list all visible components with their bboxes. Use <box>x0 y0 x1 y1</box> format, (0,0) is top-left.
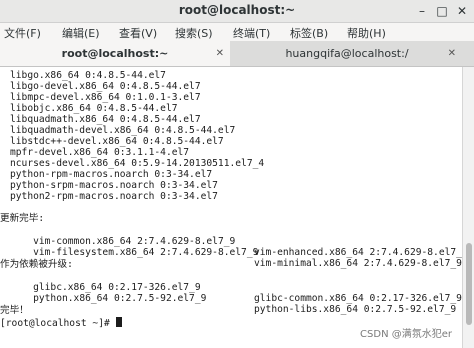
tab-label: huangqifa@localhost:/ <box>285 47 409 60</box>
tab-bar: root@localhost:~ ✕ huangqifa@localhost:/… <box>0 41 474 67</box>
package-line: libobjc.x86_64 0:4.8.5-44.el7 <box>10 103 178 114</box>
tab-label: root@localhost:~ <box>61 47 169 60</box>
tab-root[interactable]: root@localhost:~ ✕ <box>0 41 230 66</box>
minimize-icon[interactable]: – <box>414 3 430 19</box>
menu-search[interactable]: 搜索(S) <box>175 25 213 41</box>
package-line: libgo-devel.x86_64 0:4.8.5-44.el7 <box>10 81 201 92</box>
terminal-output[interactable]: libgo.x86_64 0:4.8.5-44.el7 libgo-devel.… <box>0 67 468 348</box>
updated-package: vim-enhanced.x86_64 2:7.4.629-8.el7_9 <box>254 247 468 258</box>
shell-prompt[interactable]: [root@localhost ~]# <box>0 317 122 329</box>
package-line: libmpc-devel.x86_64 0:1.0.1-3.el7 <box>10 92 201 103</box>
menu-tabs[interactable]: 标签(B) <box>290 25 328 41</box>
package-line: python-rpm-macros.noarch 0:3-34.el7 <box>10 169 213 180</box>
package-line: libquadmath.x86_64 0:4.8.5-44.el7 <box>10 114 201 125</box>
maximize-icon[interactable]: □ <box>434 3 450 19</box>
close-icon[interactable]: ✕ <box>216 41 224 66</box>
scrollbar-thumb[interactable] <box>466 243 472 325</box>
scrollbar[interactable] <box>462 67 474 348</box>
prompt-text: [root@localhost ~]# <box>0 318 116 329</box>
package-line: mpfr-devel.x86_64 0:3.1.1-4.el7 <box>10 147 190 158</box>
package-line: libquadmath-devel.x86_64 0:4.8.5-44.el7 <box>10 125 236 136</box>
package-line: libstdc++-devel.x86_64 0:4.8.5-44.el7 <box>10 136 224 147</box>
complete-message: 完毕！ <box>0 305 29 316</box>
tab-huangqifa[interactable]: huangqifa@localhost:/ ✕ <box>232 41 462 66</box>
updated-package: vim-filesystem.x86_64 2:7.4.629-8.el7_9 <box>33 247 259 258</box>
close-icon[interactable]: ✕ <box>454 3 470 19</box>
dependency-header: 作为依赖被升级: <box>0 259 73 270</box>
menu-file[interactable]: 文件(F) <box>4 25 41 41</box>
menu-terminal[interactable]: 终端(T) <box>233 25 270 41</box>
package-line: libgo.x86_64 0:4.8.5-44.el7 <box>10 70 166 81</box>
window-title: root@localhost:~ <box>178 3 296 17</box>
menu-bar: 文件(F) 编辑(E) 查看(V) 搜索(S) 终端(T) 标签(B) 帮助(H… <box>0 23 474 41</box>
package-line: python2-rpm-macros.noarch 0:3-34.el7 <box>10 191 218 202</box>
updated-package: vim-minimal.x86_64 2:7.4.629-8.el7_9 <box>254 258 462 269</box>
text-cursor <box>115 317 122 327</box>
menu-edit[interactable]: 编辑(E) <box>62 25 100 41</box>
title-bar: root@localhost:~ – □ ✕ <box>0 0 474 23</box>
dependency-package: python-libs.x86_64 0:2.7.5-92.el7_9 <box>254 304 457 315</box>
close-icon[interactable]: ✕ <box>448 41 456 66</box>
package-line: python-srpm-macros.noarch 0:3-34.el7 <box>10 180 218 191</box>
menu-help[interactable]: 帮助(H) <box>347 25 386 41</box>
updated-header: 更新完毕: <box>0 213 45 224</box>
dependency-package: python.x86_64 0:2.7.5-92.el7_9 <box>33 293 207 304</box>
watermark: CSDN @满氛水犯er <box>360 329 452 340</box>
package-line: ncurses-devel.x86_64 0:5.9-14.20130511.e… <box>10 158 265 169</box>
dependency-package: glibc-common.x86_64 0:2.17-326.el7_9 <box>254 293 462 304</box>
menu-view[interactable]: 查看(V) <box>119 25 157 41</box>
